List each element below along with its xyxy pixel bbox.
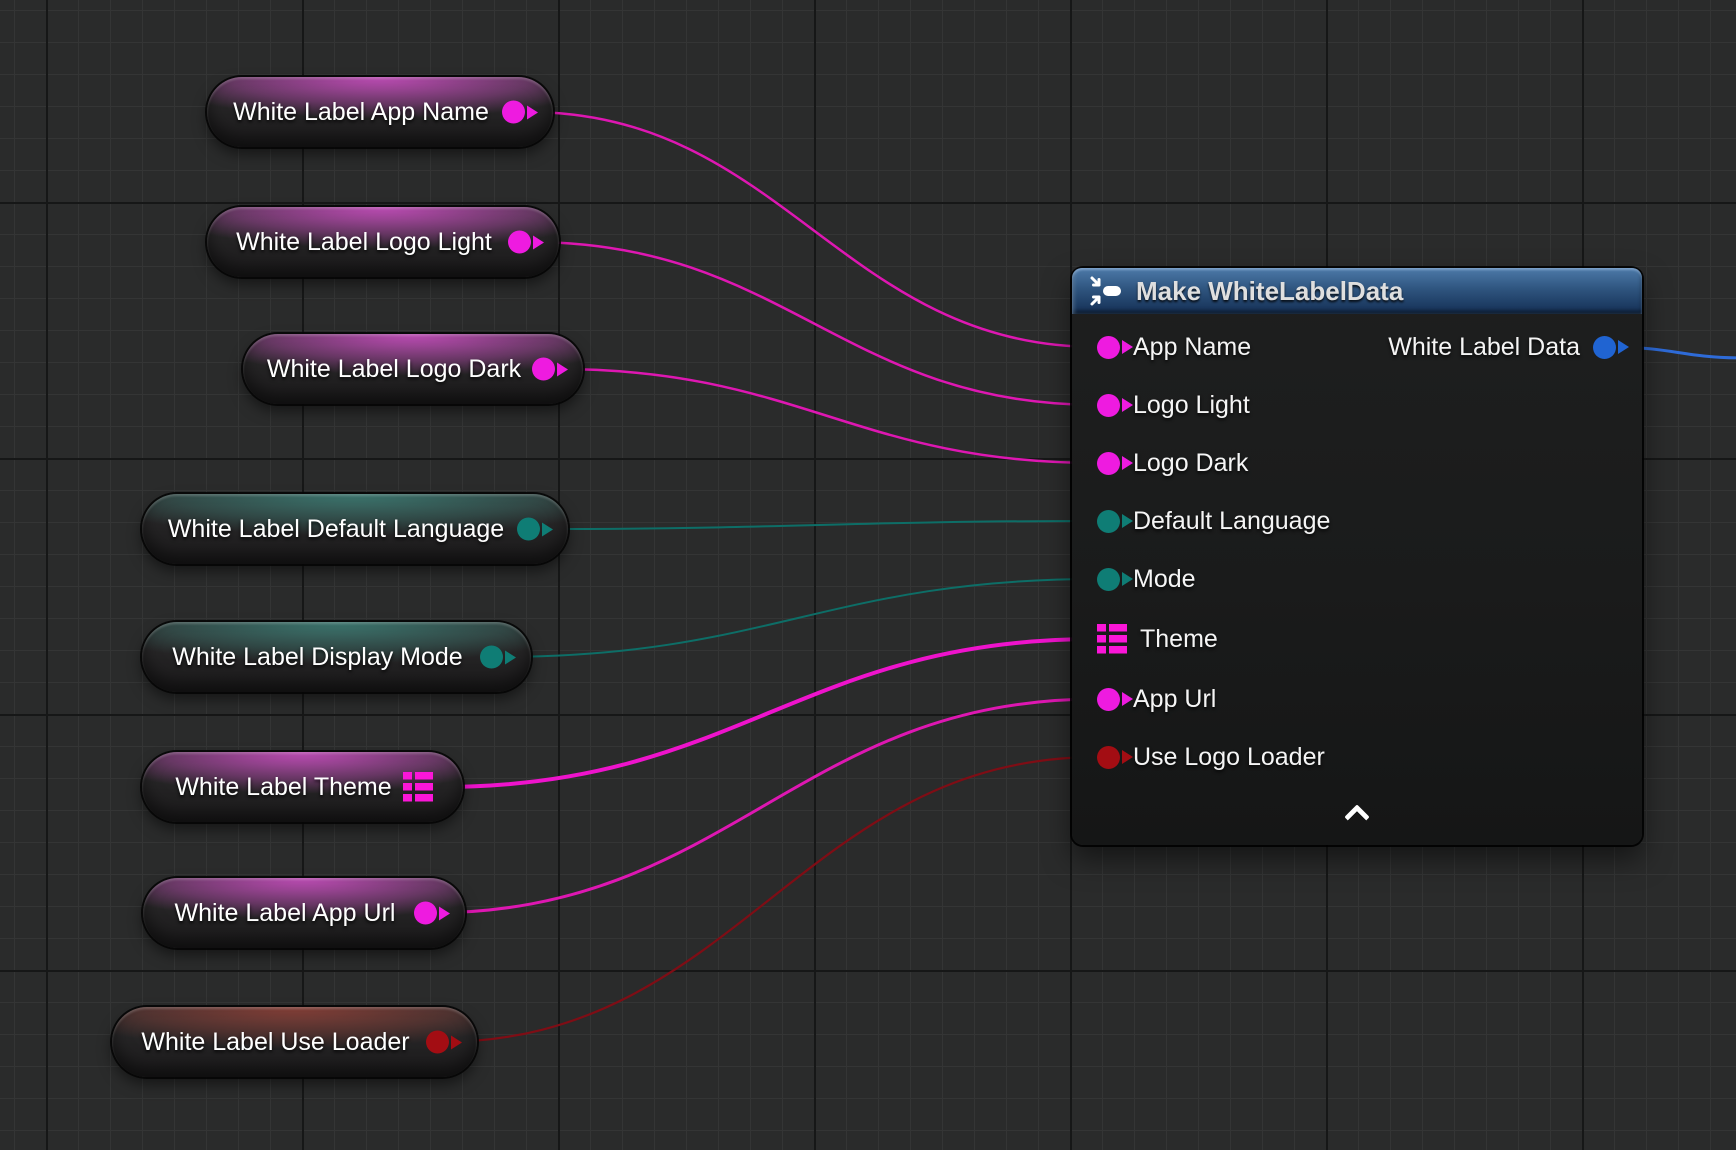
white-label-logo-light-label: White Label Logo Light (236, 228, 492, 257)
white-label-app-name-label: White Label App Name (233, 98, 489, 127)
use-logo-loader-input-pin[interactable] (1097, 746, 1120, 769)
white-label-use-loader-label: White Label Use Loader (141, 1028, 409, 1057)
white-label-logo-light-node[interactable]: White Label Logo Light (207, 207, 559, 277)
white-label-app-name-node[interactable]: White Label App Name (207, 77, 553, 147)
white-label-app-url-node[interactable]: White Label App Url (143, 878, 465, 948)
input-pin-row-mode: Mode (1097, 562, 1196, 596)
wire-white-label-theme-to-theme[interactable] (441, 639, 1096, 787)
app-name-label: App Name (1133, 333, 1251, 362)
wire-white-label-app-name-to-app-name[interactable] (527, 112, 1098, 347)
logo-light-label: Logo Light (1133, 391, 1250, 420)
white-label-theme-label: White Label Theme (175, 773, 391, 802)
logo-dark-input-pin[interactable] (1097, 452, 1120, 475)
node-title: Make WhiteLabelData (1136, 276, 1403, 307)
node-header: Make WhiteLabelData (1072, 268, 1642, 314)
app-url-input-pin[interactable] (1097, 688, 1120, 711)
input-pin-row-app-url: App Url (1097, 682, 1216, 716)
white-label-logo-dark-output-pin[interactable] (532, 358, 555, 381)
white-label-display-mode-label: White Label Display Mode (172, 643, 462, 672)
white-label-use-loader-node[interactable]: White Label Use Loader (112, 1007, 477, 1077)
theme-label: Theme (1140, 625, 1218, 654)
app-name-input-pin[interactable] (1097, 336, 1120, 359)
default-language-label: Default Language (1133, 507, 1330, 536)
white-label-logo-dark-node[interactable]: White Label Logo Dark (243, 334, 583, 404)
make-whitelabeldata-node[interactable]: Make WhiteLabelData App Name Logo Light Log… (1072, 268, 1642, 845)
white-label-app-url-output-pin[interactable] (414, 902, 437, 925)
wire-white-label-logo-dark-to-logo-dark[interactable] (557, 369, 1098, 463)
input-pin-row-logo-light: Logo Light (1097, 388, 1250, 422)
input-pin-row-use-logo-loader: Use Logo Loader (1097, 740, 1325, 774)
wire-white-label-logo-light-to-logo-light[interactable] (530, 242, 1098, 405)
white-label-app-url-label: White Label App Url (175, 899, 396, 928)
make-struct-icon (1088, 275, 1124, 307)
input-pin-row-theme: Theme (1097, 622, 1218, 656)
white-label-theme-output-pin-struct-grid-icon[interactable] (403, 772, 433, 802)
input-pin-row-logo-dark: Logo Dark (1097, 446, 1248, 480)
default-language-input-pin[interactable] (1097, 510, 1120, 533)
logo-light-input-pin[interactable] (1097, 394, 1120, 417)
output-pin-row-white-label-data: White Label Data (1388, 330, 1616, 364)
mode-input-pin[interactable] (1097, 568, 1120, 591)
white-label-data-label: White Label Data (1388, 333, 1580, 362)
wire-white-label-default-language-to-default-language[interactable] (541, 521, 1098, 529)
white-label-data-output-pin[interactable] (1593, 336, 1616, 359)
theme-input-pin-struct-grid-icon[interactable] (1097, 624, 1127, 654)
input-pin-row-default-language: Default Language (1097, 504, 1330, 538)
wire-white-label-app-url-to-app-url[interactable] (429, 699, 1098, 913)
white-label-app-name-output-pin[interactable] (502, 101, 525, 124)
wire-white-label-use-loader-to-use-logo-loader[interactable] (441, 757, 1098, 1042)
app-url-label: App Url (1133, 685, 1216, 714)
collapse-node-button[interactable] (1342, 802, 1372, 822)
blueprint-canvas[interactable]: White Label App Name White Label Logo Lig… (0, 0, 1736, 1150)
white-label-display-mode-output-pin[interactable] (480, 646, 503, 669)
white-label-use-loader-output-pin[interactable] (426, 1031, 449, 1054)
use-logo-loader-label: Use Logo Loader (1133, 743, 1325, 772)
mode-label: Mode (1133, 565, 1196, 594)
white-label-theme-node[interactable]: White Label Theme (142, 752, 463, 822)
logo-dark-label: Logo Dark (1133, 449, 1248, 478)
white-label-default-language-label: White Label Default Language (168, 515, 504, 544)
white-label-default-language-output-pin[interactable] (517, 518, 540, 541)
white-label-logo-dark-label: White Label Logo Dark (267, 355, 521, 384)
white-label-default-language-node[interactable]: White Label Default Language (142, 494, 568, 564)
white-label-display-mode-node[interactable]: White Label Display Mode (142, 622, 531, 692)
input-pin-row-app-name: App Name (1097, 330, 1251, 364)
white-label-logo-light-output-pin[interactable] (508, 231, 531, 254)
